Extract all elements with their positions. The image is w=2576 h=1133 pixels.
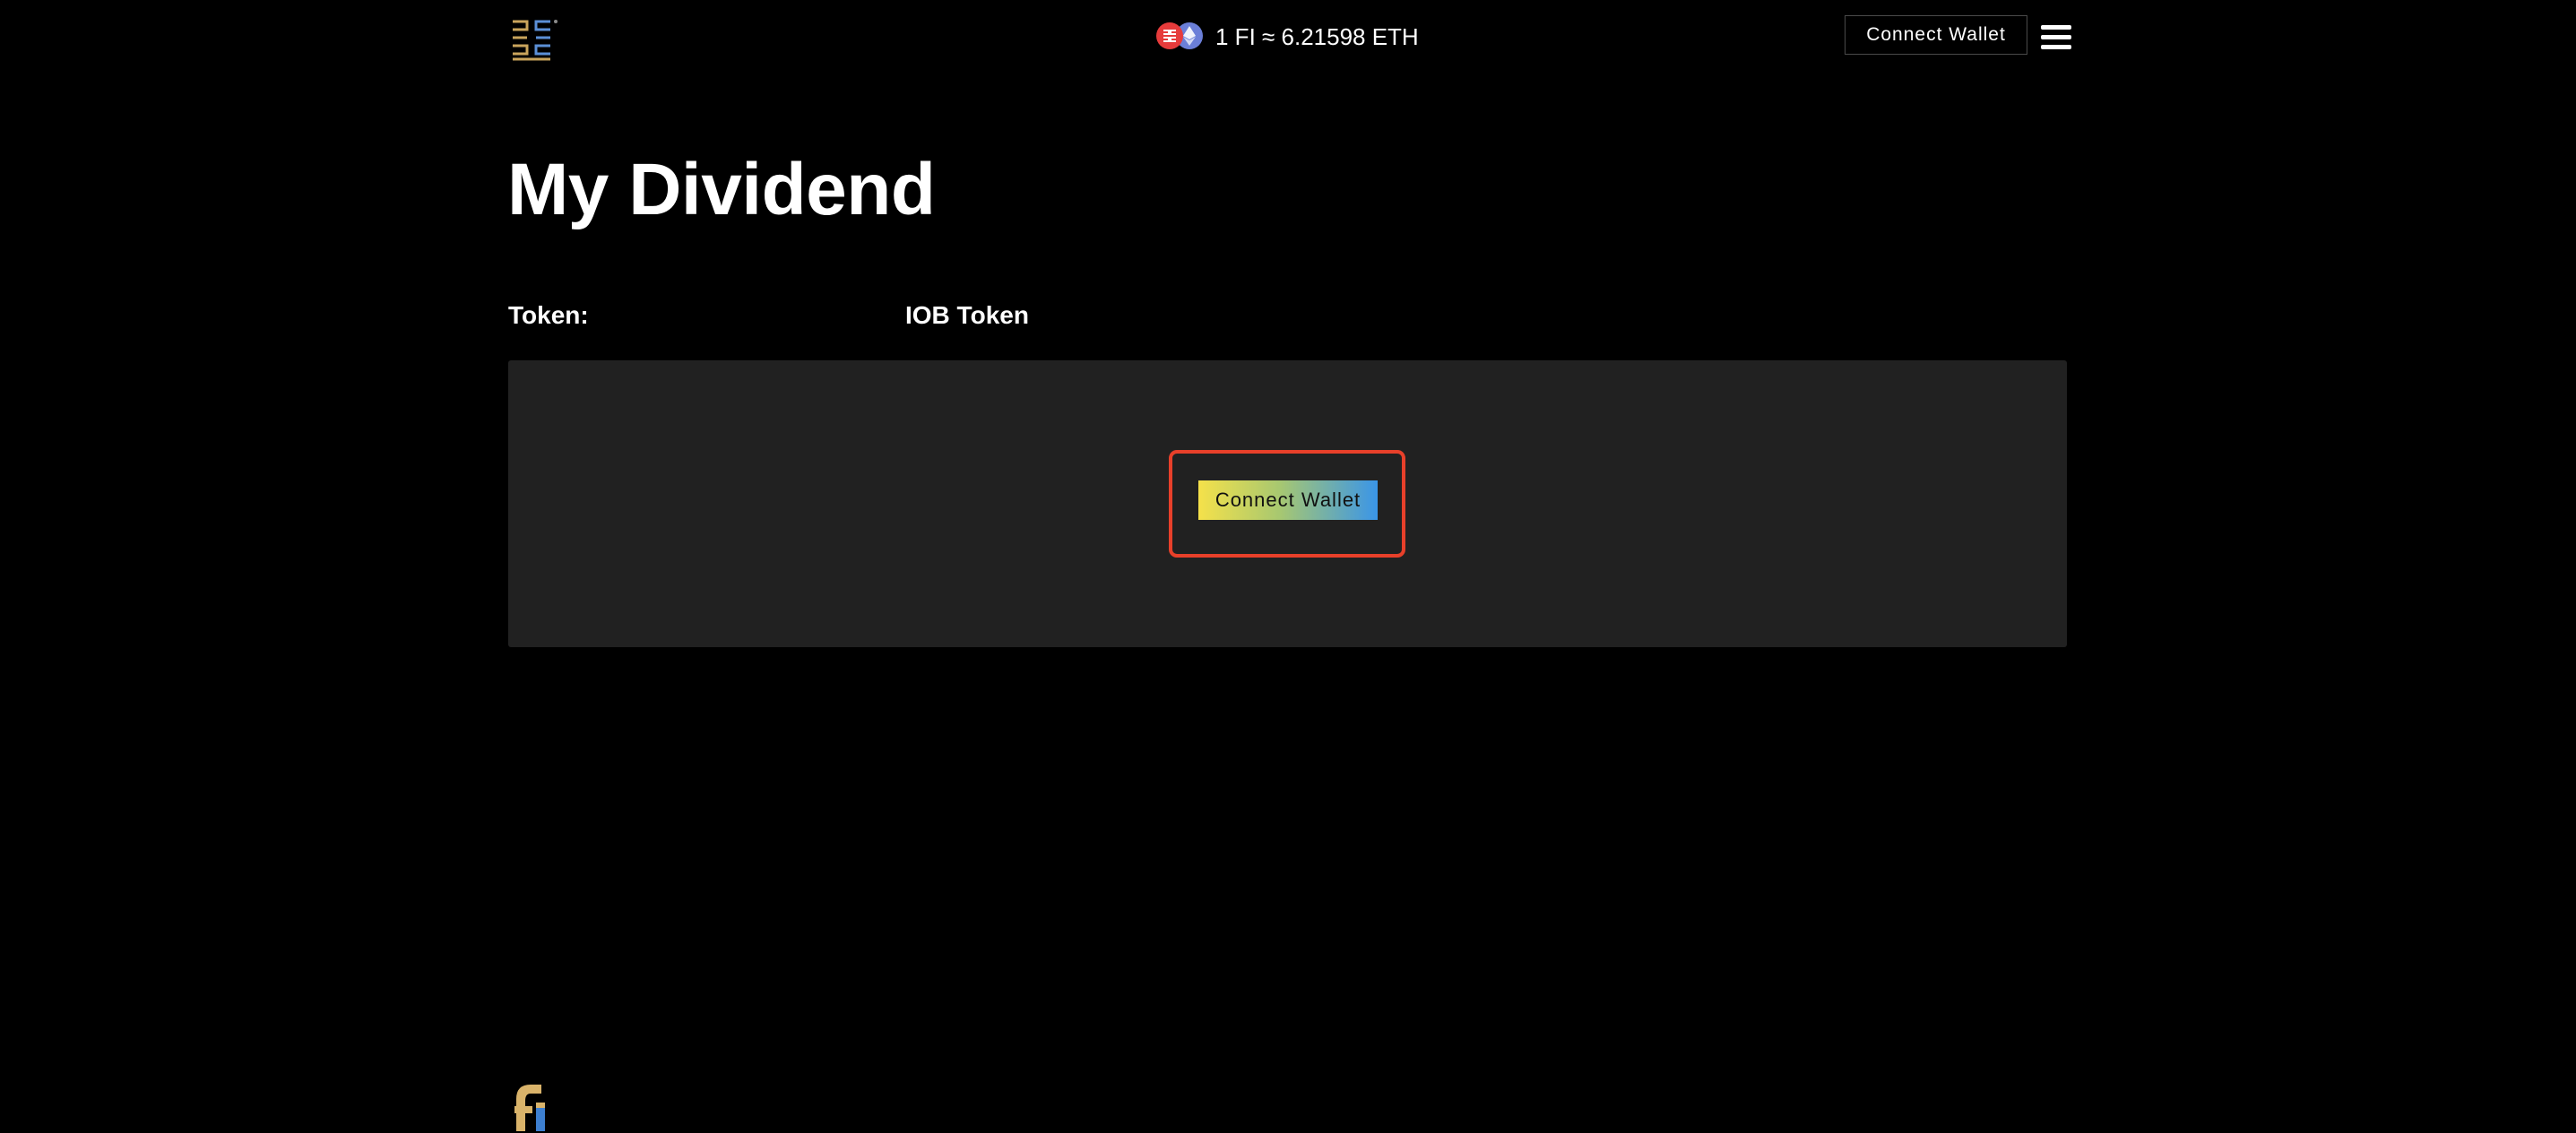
brand-logo-icon[interactable]	[509, 18, 559, 61]
page-title: My Dividend	[507, 149, 936, 230]
coin-pair	[1156, 22, 1206, 51]
connect-wallet-button[interactable]: Connect Wallet	[1845, 15, 2027, 55]
panel-connect-wallet-button[interactable]: Connect Wallet	[1198, 480, 1378, 520]
dividend-panel: Connect Wallet	[508, 360, 2067, 647]
fi-token-icon	[1156, 22, 1183, 49]
page: 1 FI ≈ 6.21598 ETH Connect Wallet My Div…	[0, 0, 2576, 1133]
top-header: 1 FI ≈ 6.21598 ETH Connect Wallet	[0, 0, 2576, 74]
highlight-box: Connect Wallet	[1169, 450, 1405, 558]
hamburger-menu-icon[interactable]	[2041, 25, 2071, 50]
price-ticker: 1 FI ≈ 6.21598 ETH	[1156, 18, 1419, 56]
fi-footer-logo-icon	[511, 1079, 550, 1131]
token-value: IOB Token	[905, 301, 1029, 329]
token-row: Token: IOB Token	[508, 301, 1225, 337]
price-text: 1 FI ≈ 6.21598 ETH	[1215, 22, 1419, 50]
token-label: Token:	[508, 301, 589, 329]
